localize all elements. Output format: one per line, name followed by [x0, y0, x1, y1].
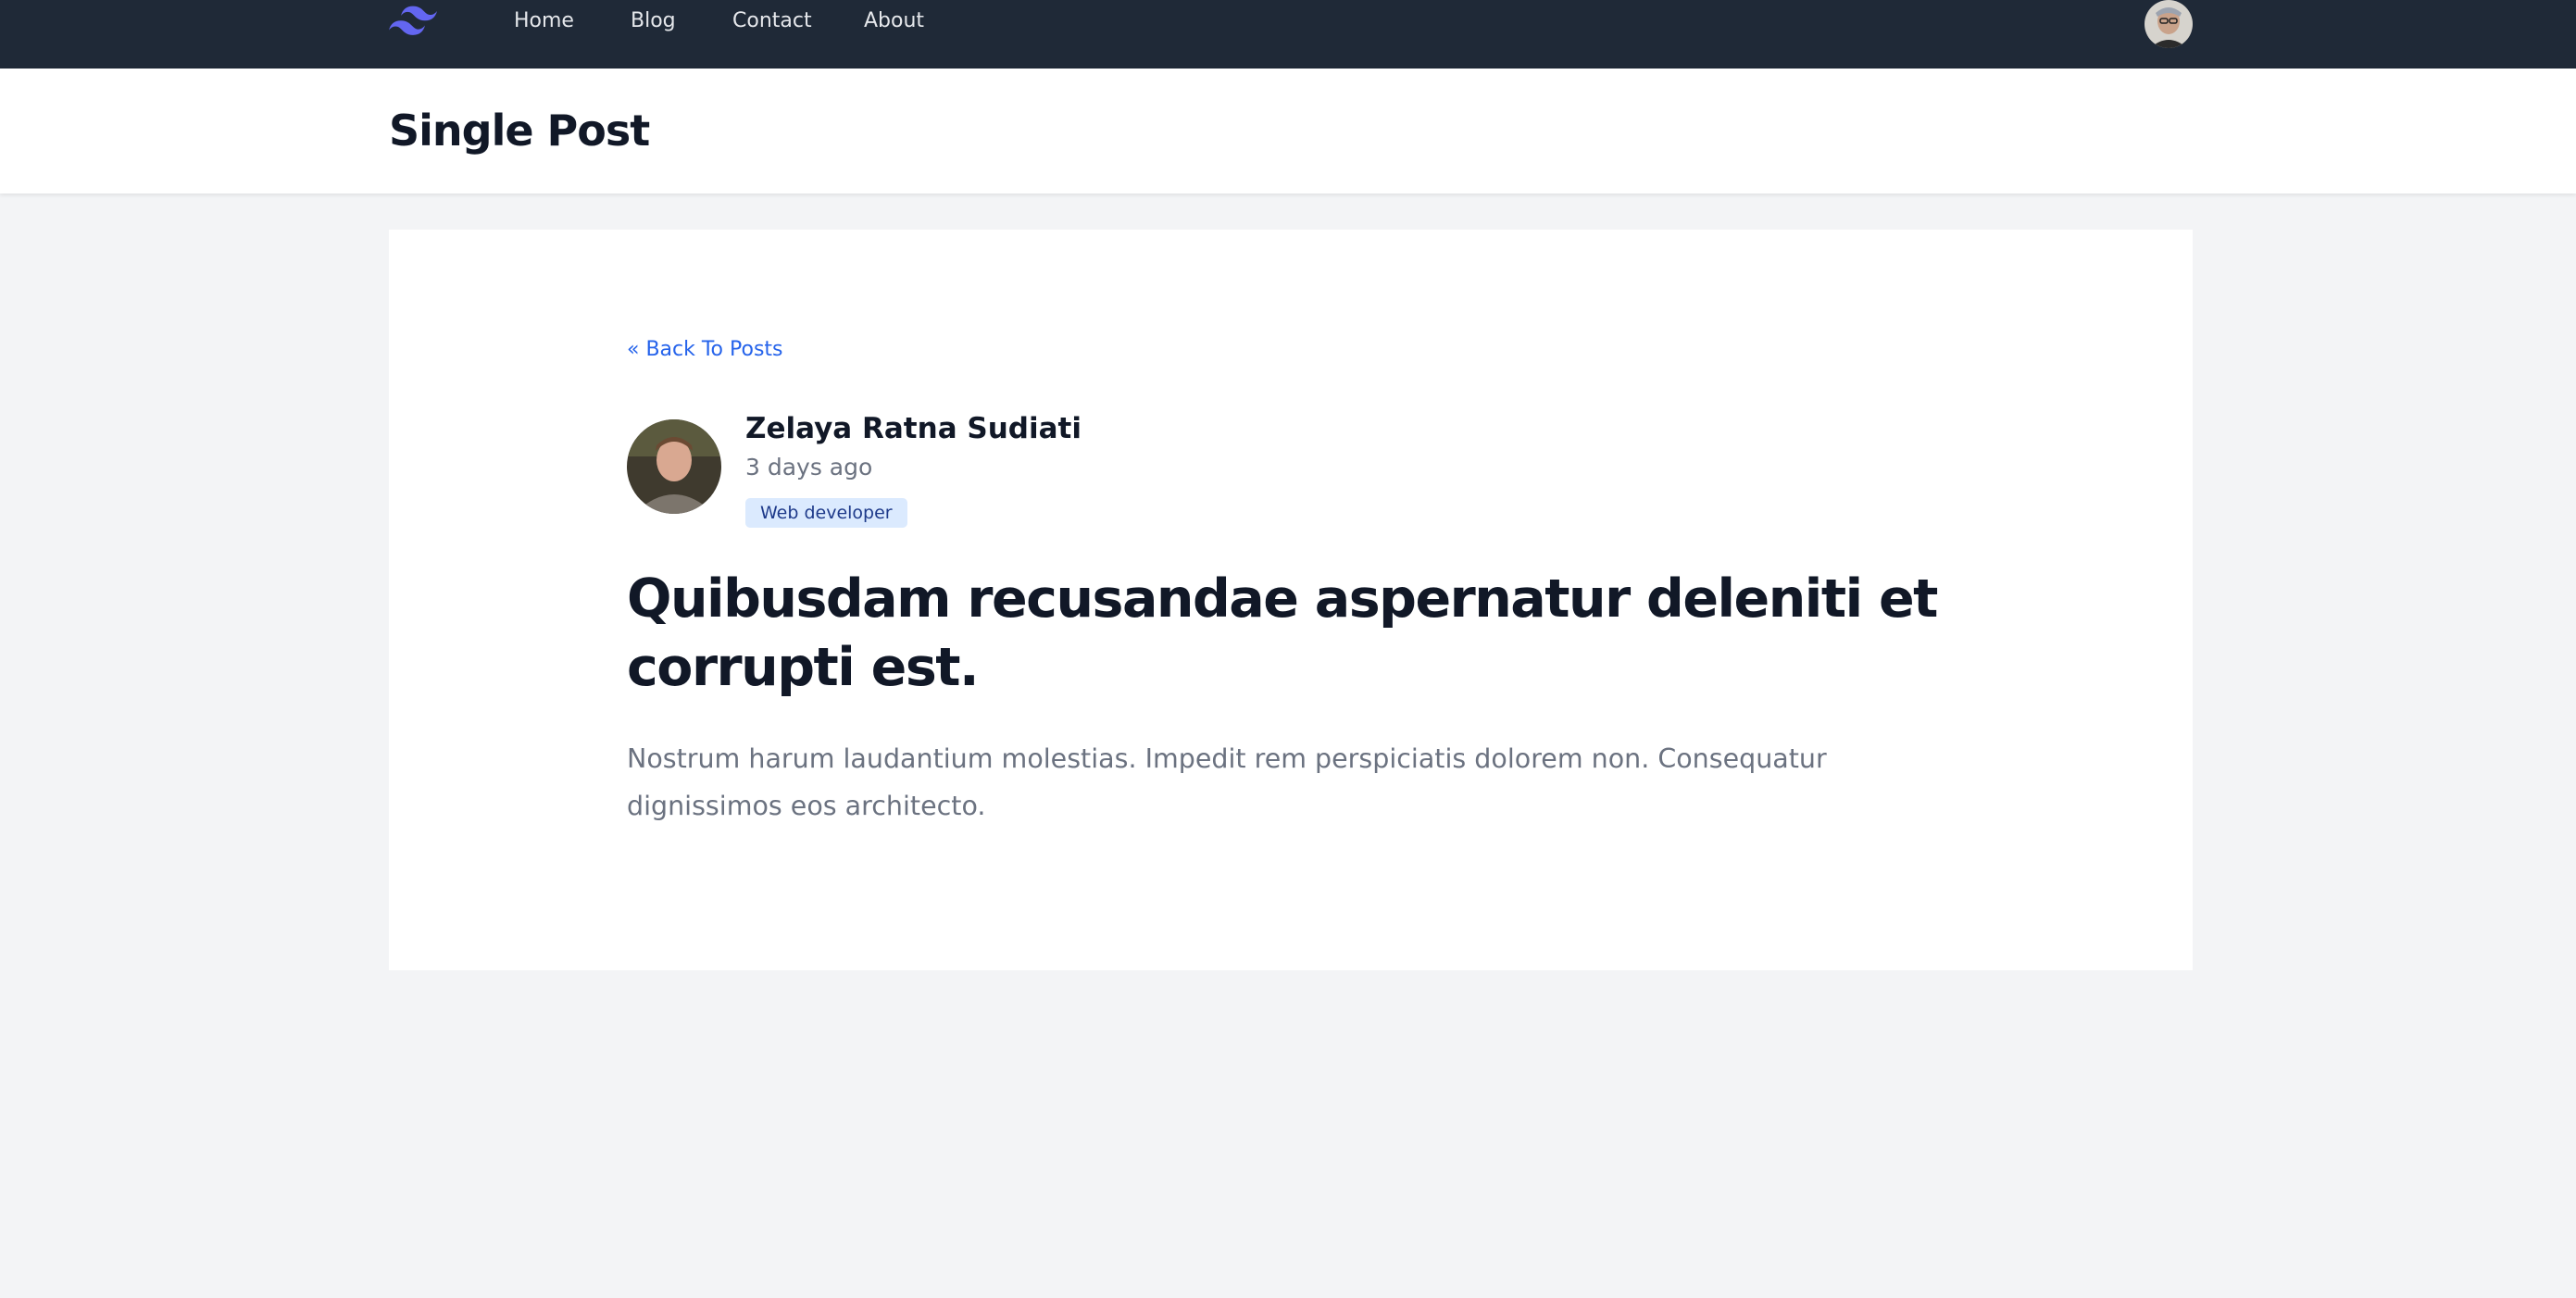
- nav-link-contact[interactable]: Contact: [732, 9, 812, 32]
- nav-link-blog[interactable]: Blog: [631, 9, 676, 32]
- tailwind-logo-icon[interactable]: [389, 6, 437, 37]
- post-title: Quibusdam recusandae aspernatur deleniti…: [627, 568, 1938, 698]
- nav-link-about[interactable]: About: [864, 9, 924, 32]
- back-to-posts-link[interactable]: « Back To Posts: [627, 338, 783, 361]
- author-photo-icon: [627, 419, 721, 514]
- author-name: Zelaya Ratna Sudiati: [745, 412, 1082, 445]
- author-avatar: [627, 419, 721, 514]
- page-header: Single Post: [0, 69, 2576, 193]
- post-body: Nostrum harum laudantium molestias. Impe…: [627, 743, 1827, 821]
- author-role-badge: Web developer: [745, 498, 907, 528]
- nav-link-home[interactable]: Home: [514, 9, 574, 32]
- user-avatar-button[interactable]: [2145, 0, 2193, 48]
- page-title: Single Post: [389, 106, 650, 156]
- top-navbar: Home Blog Contact About: [0, 0, 2576, 69]
- post-timestamp: 3 days ago: [745, 454, 873, 481]
- user-avatar-icon: [2145, 0, 2193, 48]
- post-card: « Back To Posts Zelaya Ratna Sudiati 3 d…: [389, 230, 2193, 970]
